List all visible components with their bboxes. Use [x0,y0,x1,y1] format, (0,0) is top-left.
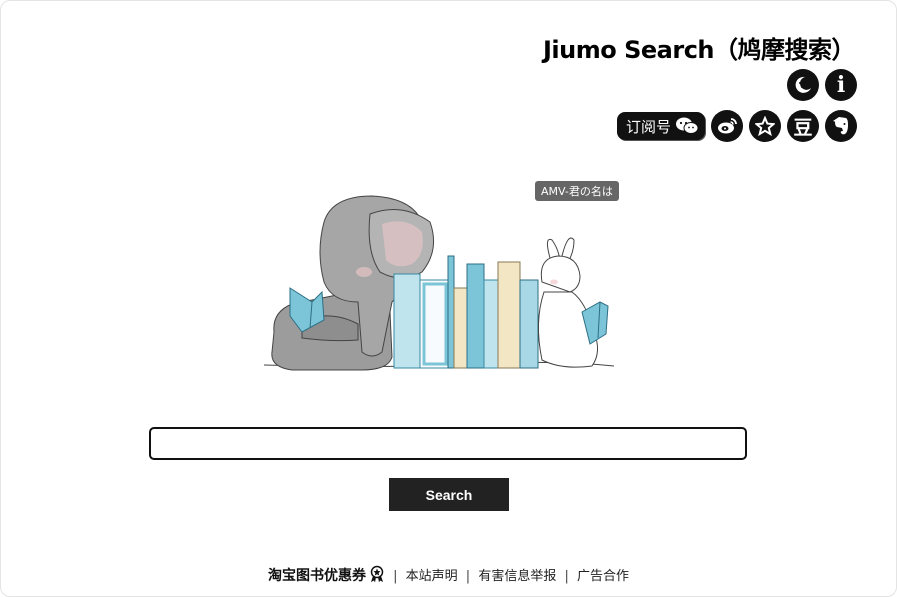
star-icon[interactable] [749,110,781,142]
footer-separator: | [465,569,471,584]
award-icon [370,565,384,583]
douban-icon[interactable]: 豆 [787,110,819,142]
footer-separator: | [393,569,398,584]
footer-separator: | [564,569,569,584]
taobao-coupon-link[interactable]: 淘宝图书优惠券 [268,568,366,584]
social-icon-row: 订阅号 豆 [616,110,857,142]
top-icon-row: i [787,69,857,101]
info-glyph: i [836,72,846,98]
info-icon[interactable]: i [825,69,857,101]
search-button[interactable]: Search [389,478,509,511]
footer: 淘宝图书优惠券 | 本站声明 | 有害信息举报 | 广告合作 [0,565,897,585]
evernote-icon[interactable] [825,110,857,142]
advertising-link[interactable]: 广告合作 [577,569,629,584]
site-title: Jiumo Search（鸠摩搜索） [543,36,856,64]
subscribe-button[interactable]: 订阅号 [616,112,705,140]
moon-icon[interactable] [787,69,819,101]
weibo-icon[interactable] [711,110,743,142]
wechat-icon [676,117,699,134]
search-input[interactable] [149,427,747,460]
report-harmful-info-link[interactable]: 有害信息举报 [478,569,556,584]
douban-glyph: 豆 [793,116,813,139]
elephant-rabbit-reading-illustration [263,195,615,371]
subscribe-label: 订阅号 [625,117,671,136]
site-statement-link[interactable]: 本站声明 [406,569,458,584]
